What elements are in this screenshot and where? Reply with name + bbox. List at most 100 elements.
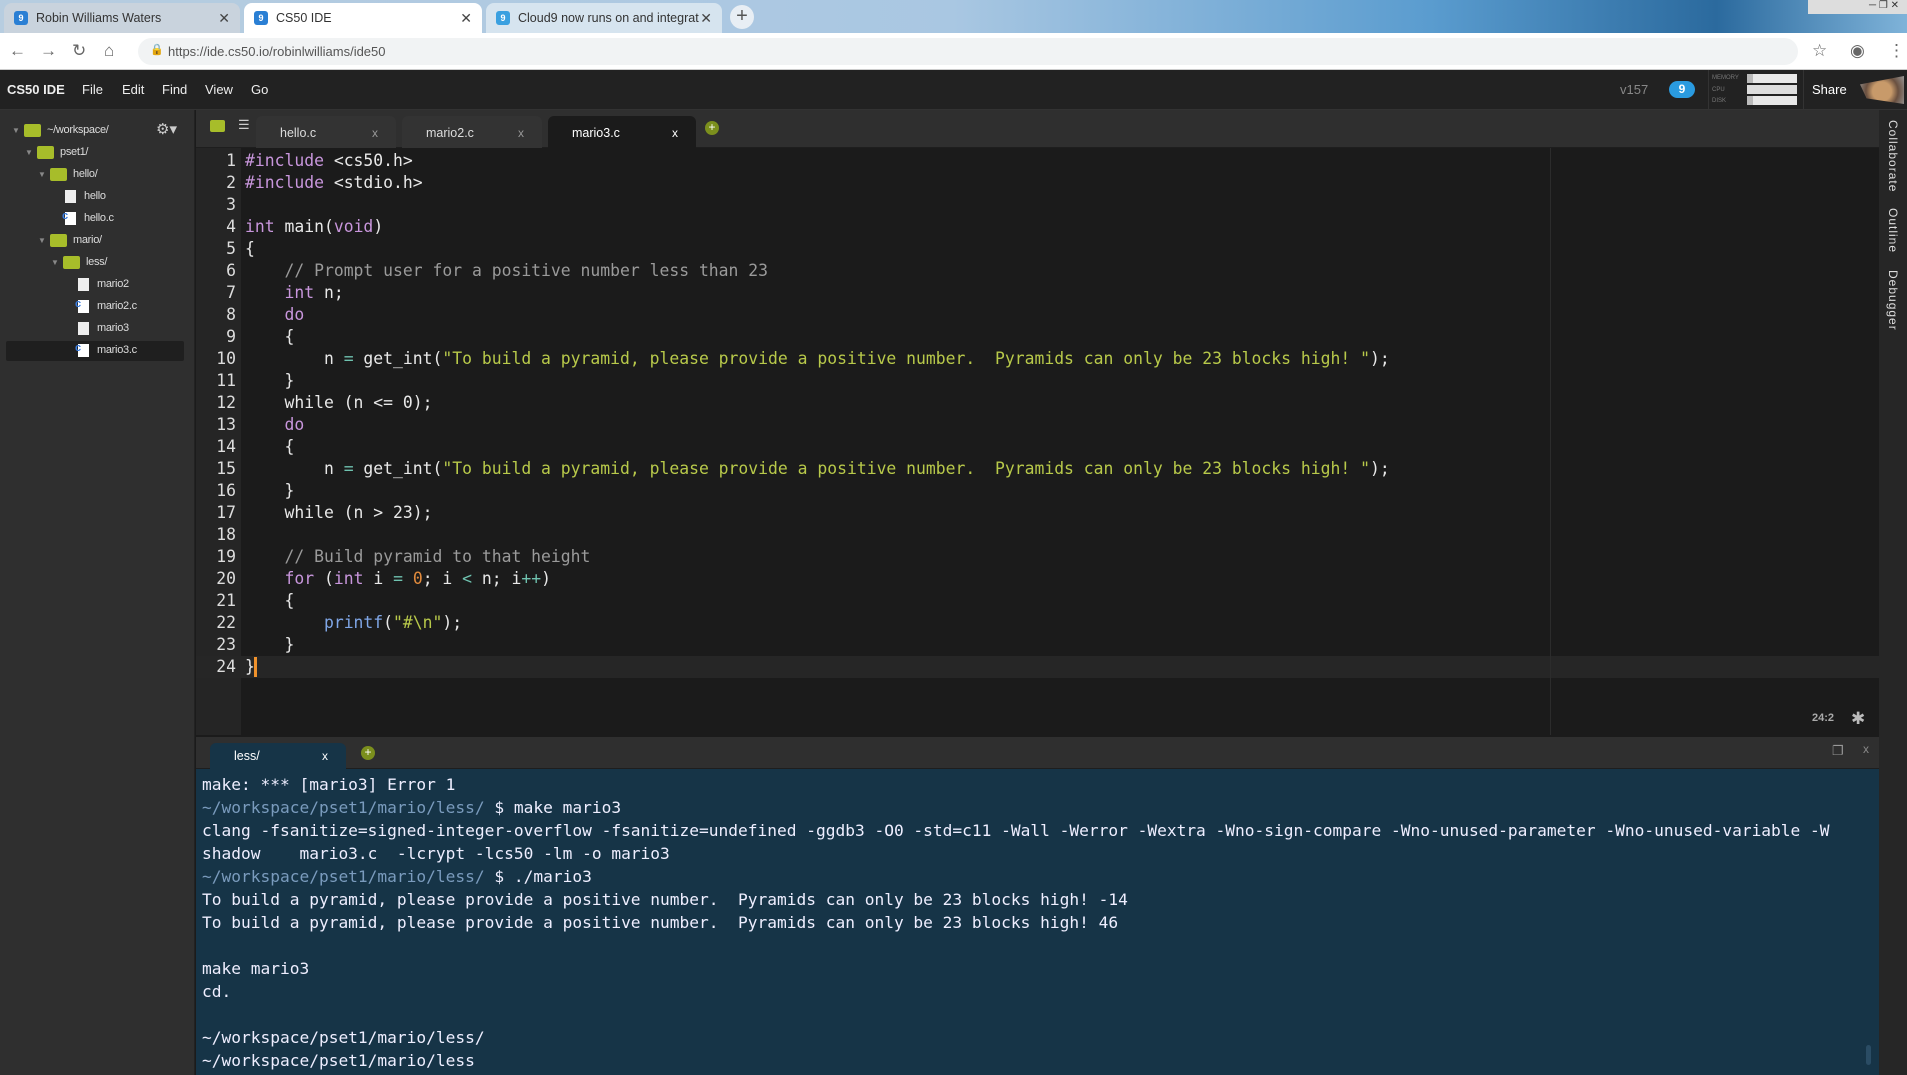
code-editor[interactable] <box>241 148 1879 735</box>
folder-toggle-icon[interactable] <box>210 120 225 132</box>
line-number: 16 <box>216 481 236 500</box>
terminal-line: cd. <box>202 980 231 1003</box>
tree-item[interactable]: mario2 <box>64 274 129 294</box>
share-button[interactable]: Share <box>1812 82 1847 97</box>
tab-title: CS50 IDE <box>276 11 332 25</box>
profile-icon[interactable]: ◉ <box>1850 41 1865 61</box>
new-terminal-plus-icon[interactable]: + <box>361 746 375 760</box>
menu-kebab-icon[interactable]: ⋮ <box>1888 41 1905 61</box>
tree-item-label: ~/workspace/ <box>47 124 109 136</box>
close-icon[interactable]: x <box>672 126 678 140</box>
menu-edit[interactable]: Edit <box>122 82 144 97</box>
bookmark-star-icon[interactable]: ☆ <box>1812 41 1827 61</box>
current-line-highlight <box>196 656 1879 678</box>
line-number: 2 <box>226 173 236 192</box>
menu-find[interactable]: Find <box>162 82 187 97</box>
code-line: for (int i = 0; i < n; i++) <box>284 569 552 588</box>
tree-item[interactable]: ▼ hello/ <box>38 164 98 184</box>
terminal-text: ~/workspace/pset1/mario/less/ <box>202 1028 485 1047</box>
expand-triangle-icon[interactable]: ▼ <box>25 148 37 157</box>
forward-icon[interactable]: → <box>40 41 57 61</box>
tree-item-label: mario3.c <box>97 344 137 356</box>
reload-icon[interactable]: ↻ <box>72 41 86 61</box>
file-icon <box>78 321 89 335</box>
expand-triangle-icon[interactable]: ▼ <box>12 126 24 135</box>
cursor-position: 24:2 <box>1812 712 1835 724</box>
lock-icon: 🔒 <box>150 44 164 56</box>
line-number: 9 <box>226 327 236 346</box>
collaborate-panel-toggle[interactable]: Collaborate <box>1886 120 1900 192</box>
version-label: v157 <box>1620 82 1649 97</box>
new-tab-plus-icon[interactable]: + <box>705 121 719 135</box>
menu-view[interactable]: View <box>205 82 233 97</box>
close-icon[interactable]: x <box>518 126 524 140</box>
tree-item[interactable]: hello <box>51 186 106 206</box>
terminal-text: clang -fsanitize=signed-integer-overflow… <box>202 821 1830 840</box>
code-line: int n; <box>284 283 344 302</box>
line-number: 4 <box>226 217 236 236</box>
c-file-icon <box>75 342 89 357</box>
tree-item[interactable]: mario2.c <box>64 296 137 316</box>
close-tab-icon[interactable]: ✕ <box>460 10 472 27</box>
terminal-line: To build a pyramid, please provide a pos… <box>202 888 1128 911</box>
tab-label: mario3.c <box>572 126 620 140</box>
code-line: } <box>245 481 295 500</box>
tree-item[interactable]: ▼ less/ <box>51 252 107 272</box>
line-number: 6 <box>226 261 236 280</box>
tree-item[interactable]: mario3.c <box>64 340 137 360</box>
tab-hello-c[interactable]: hello.c x <box>256 116 396 148</box>
terminal-tab[interactable]: less/x <box>210 743 346 769</box>
outline-panel-toggle[interactable]: Outline <box>1886 208 1900 253</box>
code-line: while (n > 23); <box>245 503 433 522</box>
menu-file[interactable]: File <box>82 82 103 97</box>
line-number: 17 <box>216 503 236 522</box>
restore-panel-icon[interactable]: ❐ <box>1832 743 1844 759</box>
new-tab-button[interactable]: + <box>730 5 754 29</box>
tree-item[interactable]: hello.c <box>51 208 114 228</box>
ide-brand[interactable]: CS50 IDE <box>7 82 65 97</box>
folder-icon <box>63 255 80 269</box>
tree-item-label: mario3 <box>97 322 129 334</box>
tree-item-label: less/ <box>86 256 108 268</box>
outline-list-icon[interactable]: ☰ <box>238 117 250 133</box>
code-line: int main(void) <box>245 217 384 236</box>
browser-tab[interactable]: 9 Robin Williams Waters ✕ <box>4 3 240 33</box>
url-input[interactable]: 🔒 https://ide.cs50.io/robinlwilliams/ide5… <box>138 38 1798 65</box>
puzzle-icon[interactable]: ✱ <box>1851 709 1865 729</box>
code-line: #include <cs50.h> <box>245 151 413 170</box>
print-margin <box>1550 148 1551 735</box>
browser-tab[interactable]: 9 Cloud9 now runs on and integrat ✕ <box>486 3 722 33</box>
tree-item-label: hello <box>84 190 106 202</box>
tree-item[interactable]: ▼ pset1/ <box>25 142 88 162</box>
line-number: 19 <box>216 547 236 566</box>
close-icon[interactable]: x <box>372 126 378 140</box>
terminal-scrollbar[interactable] <box>1866 1045 1871 1065</box>
close-tab-icon[interactable]: ✕ <box>700 10 712 27</box>
terminal-text: shadow mario3.c -lcrypt -lcs50 -lm -o ma… <box>202 844 670 863</box>
disk-meter <box>1747 96 1797 105</box>
line-number: 18 <box>216 525 236 544</box>
debugger-panel-toggle[interactable]: Debugger <box>1886 270 1900 331</box>
tab-mario2-c[interactable]: mario2.c x <box>402 116 542 148</box>
line-number: 12 <box>216 393 236 412</box>
expand-triangle-icon[interactable]: ▼ <box>38 170 50 179</box>
close-panel-icon[interactable]: x <box>1863 742 1869 756</box>
tree-item[interactable]: ▼ ~/workspace/ <box>12 120 109 140</box>
home-icon[interactable]: ⌂ <box>104 41 114 61</box>
close-icon[interactable]: x <box>322 749 328 763</box>
gear-icon[interactable]: ⚙▾ <box>156 120 177 138</box>
tree-item[interactable]: ▼ mario/ <box>38 230 102 250</box>
browser-tab-active[interactable]: 9 CS50 IDE ✕ <box>244 3 482 33</box>
close-tab-icon[interactable]: ✕ <box>218 10 230 27</box>
user-avatar[interactable] <box>1860 76 1904 104</box>
tab-title: Cloud9 now runs on and integrat <box>518 11 699 25</box>
back-icon[interactable]: ← <box>9 41 26 61</box>
cloud-notification-icon[interactable]: 9 <box>1669 81 1695 98</box>
tab-mario3-c[interactable]: mario3.c x <box>548 116 696 148</box>
expand-triangle-icon[interactable]: ▼ <box>51 258 63 267</box>
menu-go[interactable]: Go <box>251 82 268 97</box>
tree-item[interactable]: mario3 <box>64 318 129 338</box>
expand-triangle-icon[interactable]: ▼ <box>38 236 50 245</box>
address-bar-row: ← → ↻ ⌂ 🔒 https://ide.cs50.io/robinlwilli… <box>0 33 1907 70</box>
window-controls[interactable]: ─ ❐ ✕ <box>1808 0 1907 14</box>
